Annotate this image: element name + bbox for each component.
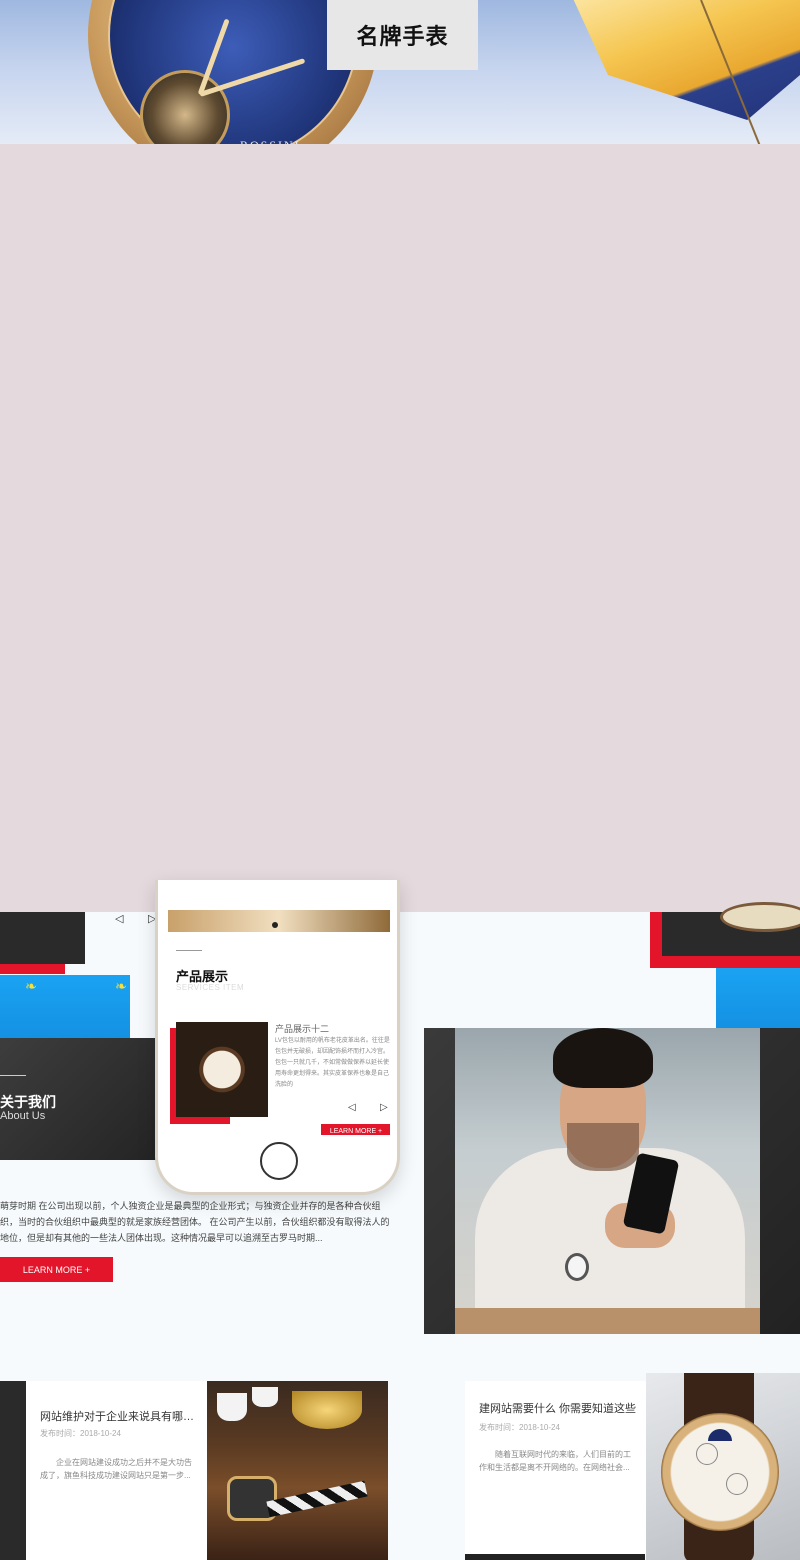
product-learn-more-button[interactable]: LEARN MORE + — [321, 1124, 390, 1135]
news-image[interactable] — [207, 1381, 388, 1560]
product-image[interactable] — [176, 1022, 268, 1117]
blank-content-area — [0, 144, 800, 912]
leaf-icon: ❧ — [25, 978, 37, 994]
decorative-dark-block — [0, 912, 85, 964]
news-date: 发布时间：2018-10-24 — [40, 1429, 121, 1438]
about-subtitle: About Us — [0, 1110, 46, 1122]
photo-beard — [567, 1123, 639, 1171]
decorative-dark-block — [0, 1381, 26, 1560]
pen-image — [266, 1480, 368, 1518]
news-description: 企业在网站建设成功之后并不是大功告成了，旗鱼科技成功建设网站只是第一步... — [40, 1458, 192, 1480]
news-title[interactable]: 建网站需要什么 你需要知道这些 — [479, 1400, 639, 1416]
product-description: LV包包以耐用的帆布老花皮革出名。往往是包包并无破损，却因配饰损坏而打入冷宫。包… — [275, 1038, 390, 1088]
decorative-red-bar — [0, 964, 65, 974]
about-learn-more-button[interactable]: LEARN MORE + — [0, 1257, 113, 1282]
phone-hero-image — [168, 910, 390, 932]
carousel-dot[interactable] — [272, 922, 278, 928]
divider — [0, 1075, 26, 1076]
products-section-subtitle: SERVICES ITEM — [176, 983, 245, 992]
divider — [176, 950, 202, 951]
prev-arrow-icon[interactable]: ◁ — [115, 912, 123, 925]
man-with-phone-photo — [455, 1028, 760, 1334]
prev-arrow-icon[interactable]: ◁ — [348, 1102, 356, 1113]
subdial — [726, 1473, 748, 1495]
banner-title: 名牌手表 — [327, 0, 478, 70]
photo-table — [455, 1308, 760, 1334]
tea-cup-image — [217, 1393, 247, 1421]
about-description: 萌芽时期 在公司出现以前，个人独资企业是最典型的企业形式；与独资企业并存的是各种… — [0, 1201, 390, 1243]
about-title: 关于我们 — [0, 1094, 56, 1110]
sail-image — [560, 0, 800, 120]
watch-image — [720, 902, 800, 932]
banner-watch-tourbillon — [140, 70, 230, 152]
subdial — [696, 1443, 718, 1465]
news-image[interactable] — [646, 1373, 800, 1560]
news-description: 随着互联网时代的来临，人们目前的工作和生活都是离不开网络的。在网络社会... — [479, 1450, 631, 1472]
next-arrow-icon[interactable]: ▷ — [380, 1102, 388, 1113]
decorative-dark-block — [465, 1554, 645, 1560]
phone-mockup: 产品展示 SERVICES ITEM 产品展示十二 LV包包以耐用的帆布老花皮革… — [155, 880, 400, 1195]
product-name[interactable]: 产品展示十二 — [275, 1022, 329, 1035]
phone-screen: 产品展示 SERVICES ITEM 产品展示十二 LV包包以耐用的帆布老花皮革… — [168, 880, 390, 1135]
tea-cup-image — [252, 1387, 278, 1407]
news-title[interactable]: 网站维护对于企业来说具有哪些... — [40, 1408, 195, 1424]
wristwatch-icon — [565, 1253, 589, 1281]
news-date: 发布时间：2018-10-24 — [479, 1423, 560, 1432]
photo-hair — [553, 1028, 653, 1088]
gold-bowl-image — [292, 1391, 362, 1429]
phone-home-button — [260, 1142, 298, 1180]
leaf-icon: ❧ — [115, 978, 127, 994]
